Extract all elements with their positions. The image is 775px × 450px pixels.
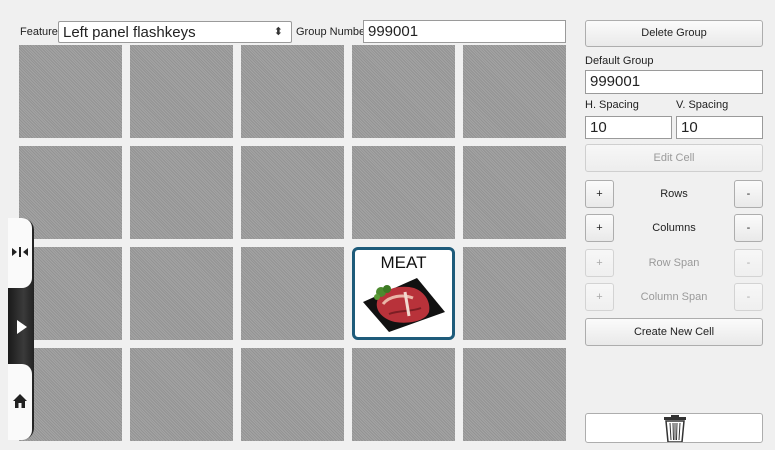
- grid-cell[interactable]: [241, 146, 344, 239]
- meat-cell-label: MEAT: [380, 253, 427, 272]
- columns-minus-button[interactable]: -: [734, 214, 763, 242]
- row-span-label: Row Span: [648, 257, 700, 269]
- meat-image: [363, 278, 445, 332]
- column-span-label: Column Span: [640, 291, 708, 303]
- updown-chevron-icon: ⬍: [273, 26, 283, 38]
- rows-label: Rows: [660, 188, 688, 200]
- row-span-plus-button[interactable]: +: [585, 249, 614, 277]
- flashkey-grid: MEAT: [19, 45, 566, 445]
- default-group-input[interactable]: 999001: [585, 70, 763, 94]
- v-spacing-label: V. Spacing: [676, 99, 729, 111]
- grid-cell[interactable]: [352, 146, 455, 239]
- side-panel-handle[interactable]: [8, 218, 34, 440]
- feature-select[interactable]: Left panel flashkeys ⬍: [58, 21, 292, 43]
- home-icon[interactable]: [13, 394, 27, 408]
- rows-plus-button[interactable]: +: [585, 180, 614, 208]
- grid-cell[interactable]: [241, 348, 344, 441]
- split-arrows-icon[interactable]: [12, 246, 28, 258]
- grid-cell[interactable]: [241, 45, 344, 138]
- grid-cell[interactable]: [352, 45, 455, 138]
- row-span-minus-button[interactable]: -: [734, 249, 763, 277]
- v-spacing-input[interactable]: 10: [676, 116, 763, 139]
- h-spacing-label: H. Spacing: [585, 99, 639, 111]
- grid-cell[interactable]: [19, 146, 122, 239]
- trash-drop-zone[interactable]: [585, 413, 763, 443]
- feature-select-value: Left panel flashkeys: [63, 24, 196, 41]
- column-span-plus-button[interactable]: +: [585, 283, 614, 311]
- group-number-label: Group Number: [296, 26, 369, 38]
- grid-cell[interactable]: [130, 348, 233, 441]
- grid-cell[interactable]: [463, 146, 566, 239]
- grid-cell[interactable]: [463, 348, 566, 441]
- h-spacing-input[interactable]: 10: [585, 116, 672, 139]
- delete-group-button[interactable]: Delete Group: [585, 20, 763, 47]
- grid-cell[interactable]: [19, 348, 122, 441]
- column-span-minus-button[interactable]: -: [734, 283, 763, 311]
- trash-icon: [664, 415, 686, 442]
- rows-minus-button[interactable]: -: [734, 180, 763, 208]
- grid-cell[interactable]: [352, 348, 455, 441]
- group-number-input[interactable]: 999001: [363, 20, 566, 43]
- grid-cell[interactable]: [463, 247, 566, 340]
- grid-cell[interactable]: [130, 247, 233, 340]
- columns-label: Columns: [652, 222, 696, 234]
- create-new-cell-button[interactable]: Create New Cell: [585, 318, 763, 346]
- grid-cell[interactable]: [241, 247, 344, 340]
- play-triangle-icon[interactable]: [17, 320, 27, 334]
- grid-cell[interactable]: [130, 146, 233, 239]
- grid-cell[interactable]: [19, 45, 122, 138]
- default-group-label: Default Group: [585, 55, 654, 67]
- grid-cell[interactable]: [130, 45, 233, 138]
- grid-cell[interactable]: [463, 45, 566, 138]
- meat-flashkey-cell[interactable]: MEAT: [352, 247, 455, 340]
- grid-cell[interactable]: [19, 247, 122, 340]
- columns-plus-button[interactable]: +: [585, 214, 614, 242]
- feature-label: Feature: [20, 26, 58, 38]
- edit-cell-button[interactable]: Edit Cell: [585, 144, 763, 172]
